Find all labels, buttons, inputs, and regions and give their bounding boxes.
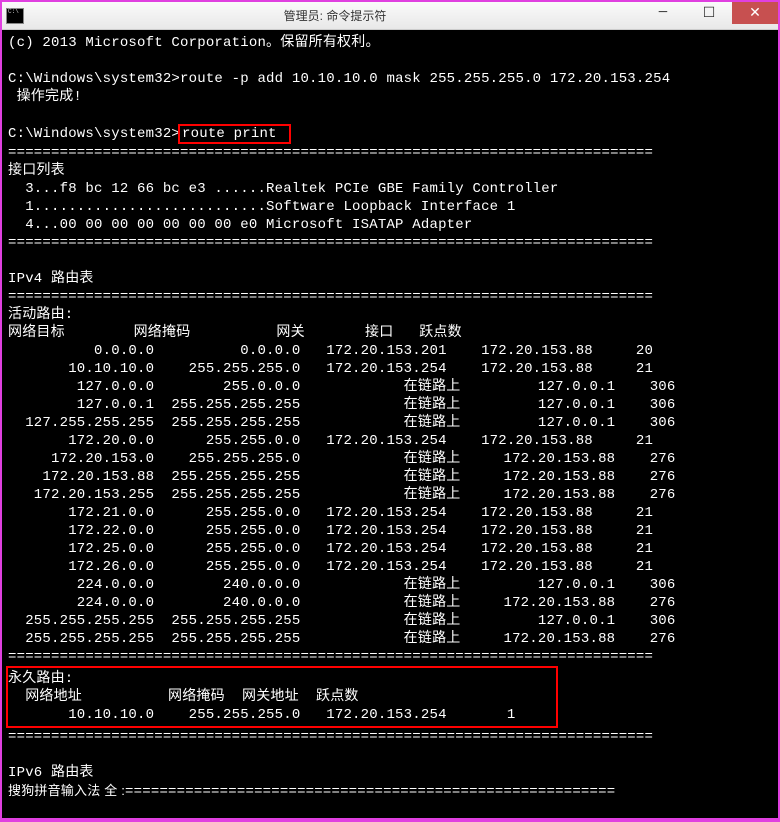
maximize-button[interactable]: ☐ [686,2,732,24]
divider-5: ========================================… [8,729,653,745]
route-row: 127.255.255.255 255.255.255.255 在链路上 127… [8,415,676,431]
route-row: 127.0.0.1 255.255.255.255 在链路上 127.0.0.1… [8,397,676,413]
terminal-content[interactable]: (c) 2013 Microsoft Corporation。保留所有权利。 C… [2,30,778,818]
close-button[interactable]: ✕ [732,2,778,24]
titlebar: 管理员: 命令提示符 ─ ☐ ✕ [2,2,778,30]
interface-2: 4...00 00 00 00 00 00 00 e0 Microsoft IS… [8,217,472,233]
divider-6: ========================================… [125,784,615,800]
route-row: 172.20.0.0 255.255.0.0 172.20.153.254 17… [8,433,653,449]
divider-2: ========================================… [8,235,653,251]
prompt-1: C:\Windows\system32> [8,71,180,87]
route-row: 224.0.0.0 240.0.0.0 在链路上 172.20.153.88 2… [8,595,676,611]
persistent-route-row: 10.10.10.0 255.255.255.0 172.20.153.254 … [8,707,515,723]
route-row: 255.255.255.255 255.255.255.255 在链路上 127… [8,613,676,629]
divider-3: ========================================… [8,289,653,305]
highlighted-command: route print [178,124,291,144]
persistent-routes-highlight: 永久路由: 网络地址 网络掩码 网关地址 跃点数 10.10.10.0 255.… [6,666,558,728]
interface-0: 3...f8 bc 12 66 bc e3 ......Realtek PCIe… [8,181,559,197]
route-row: 172.22.0.0 255.255.0.0 172.20.153.254 17… [8,523,653,539]
route-row: 172.26.0.0 255.255.0.0 172.20.153.254 17… [8,559,653,575]
ime-status-bar: 搜狗拼音输入法 全 : [8,783,125,798]
prompt-2: C:\Windows\system32> [8,126,180,142]
interface-1: 1...........................Software Loo… [8,199,515,215]
ipv6-header: IPv6 路由表 [8,765,94,781]
route-row: 172.20.153.88 255.255.255.255 在链路上 172.2… [8,469,676,485]
window-title: 管理员: 命令提示符 [284,9,387,23]
route-row: 224.0.0.0 240.0.0.0 在链路上 127.0.0.1 306 [8,577,676,593]
persistent-header: 永久路由: [8,671,73,687]
active-routes-header: 活动路由: [8,307,73,323]
titlebar-buttons: ─ ☐ ✕ [640,2,778,29]
divider-4: ========================================… [8,649,653,665]
route-row: 172.20.153.0 255.255.255.0 在链路上 172.20.1… [8,451,676,467]
command-prompt-window: 管理员: 命令提示符 ─ ☐ ✕ (c) 2013 Microsoft Corp… [2,2,778,818]
titlebar-left [2,8,30,24]
result-1: 操作完成! [8,89,82,105]
persistent-columns: 网络地址 网络掩码 网关地址 跃点数 [8,689,359,705]
route-row: 127.0.0.0 255.0.0.0 在链路上 127.0.0.1 306 [8,379,676,395]
route-row: 172.21.0.0 255.255.0.0 172.20.153.254 17… [8,505,653,521]
divider-1: ========================================… [8,145,653,161]
interface-list-header: 接口列表 [8,163,65,179]
copyright-line: (c) 2013 Microsoft Corporation。保留所有权利。 [8,35,380,51]
route-row: 0.0.0.0 0.0.0.0 172.20.153.201 172.20.15… [8,343,653,359]
cmd-icon [6,8,24,24]
minimize-button[interactable]: ─ [640,2,686,24]
ipv4-header: IPv4 路由表 [8,271,94,287]
route-row: 255.255.255.255 255.255.255.255 在链路上 172… [8,631,676,647]
route-row: 10.10.10.0 255.255.255.0 172.20.153.254 … [8,361,653,377]
route-columns: 网络目标 网络掩码 网关 接口 跃点数 [8,325,462,341]
route-row: 172.25.0.0 255.255.0.0 172.20.153.254 17… [8,541,653,557]
command-1: route -p add 10.10.10.0 mask 255.255.255… [180,71,670,87]
route-row: 172.20.153.255 255.255.255.255 在链路上 172.… [8,487,676,503]
titlebar-title-wrap: 管理员: 命令提示符 [30,7,640,25]
